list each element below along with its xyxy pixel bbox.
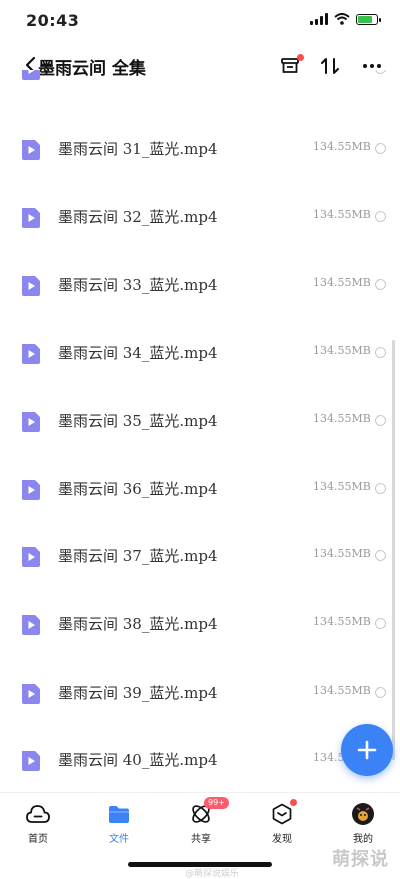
video-file-icon	[22, 684, 40, 704]
avatar-icon	[352, 803, 374, 825]
file-row[interactable]: 墨雨云间 36_蓝光.mp4 134.55MB	[0, 458, 400, 526]
file-name: 墨雨云间 32_蓝光.mp4	[58, 208, 218, 226]
tab-me[interactable]: 我的	[333, 801, 393, 847]
file-row[interactable]: 墨雨云间 40_蓝光.mp4 134.55MB	[0, 729, 400, 790]
tab-label: 首页	[28, 834, 48, 845]
select-radio[interactable]	[375, 415, 386, 426]
file-size: 134.55MB	[313, 140, 371, 153]
file-row[interactable]: 墨雨云间 34_蓝光.mp4 134.55MB	[0, 322, 400, 390]
select-radio[interactable]	[375, 483, 386, 494]
file-name: 墨雨云间 36_蓝光.mp4	[58, 480, 218, 498]
tab-share[interactable]: 99+ 共享	[171, 797, 231, 847]
status-bar: 20:43	[0, 0, 400, 40]
tab-label: 共享	[191, 834, 211, 845]
file-row[interactable]: 墨雨云间 38_蓝光.mp4 134.55MB	[0, 593, 400, 661]
video-file-icon	[22, 547, 40, 567]
tab-label: 我的	[353, 834, 373, 845]
file-size: 134.55MB	[313, 412, 371, 425]
file-name: 墨雨云间 39_蓝光.mp4	[58, 684, 218, 702]
file-name: 墨雨云间 34_蓝光.mp4	[58, 344, 218, 362]
file-size: 134.55MB	[313, 208, 371, 221]
video-file-icon	[22, 140, 40, 160]
file-row[interactable]: 墨雨云间 31_蓝光.mp4 134.55MB	[0, 118, 400, 186]
video-file-icon	[22, 70, 40, 80]
file-row[interactable]: 墨雨云间 37_蓝光.mp4 134.55MB	[0, 525, 400, 593]
file-row[interactable]: 墨雨云间 32_蓝光.mp4 134.55MB	[0, 186, 400, 254]
tab-discover[interactable]: 发现	[252, 799, 312, 847]
tab-label: 文件	[109, 834, 129, 845]
watermark: 萌探说	[332, 849, 389, 870]
select-radio[interactable]	[375, 550, 386, 561]
file-size: 134.55MB	[313, 480, 371, 493]
file-size: 134.55MB	[313, 547, 371, 560]
scrollbar[interactable]	[392, 340, 395, 760]
wifi-icon	[334, 13, 350, 25]
file-name: 墨雨云间 37_蓝光.mp4	[58, 547, 218, 565]
select-radio[interactable]	[375, 211, 386, 222]
file-list: 墨雨云间 31_蓝光.mp4 134.55MB 墨雨云间 32_蓝光.mp4 1…	[0, 70, 400, 790]
discover-icon	[272, 803, 292, 825]
video-file-icon	[22, 480, 40, 500]
video-file-icon	[22, 344, 40, 364]
file-name: 墨雨云间 38_蓝光.mp4	[58, 615, 218, 633]
watermark-handle: @萌探说娱乐	[185, 869, 240, 879]
file-row[interactable]: 墨雨云间 33_蓝光.mp4 134.55MB	[0, 254, 400, 322]
tab-home[interactable]: 首页	[8, 801, 68, 847]
plus-icon	[357, 740, 377, 760]
signal-icon	[310, 13, 328, 25]
file-name: 墨雨云间 40_蓝光.mp4	[58, 751, 218, 769]
select-radio[interactable]	[375, 687, 386, 698]
file-name: 墨雨云间 33_蓝光.mp4	[58, 276, 218, 294]
file-row[interactable]: 墨雨云间 35_蓝光.mp4 134.55MB	[0, 390, 400, 458]
battery-icon	[356, 13, 381, 25]
video-file-icon	[22, 751, 40, 771]
video-file-icon	[22, 615, 40, 635]
add-button[interactable]	[341, 724, 393, 776]
discover-dot	[290, 799, 297, 806]
file-size: 134.55MB	[313, 615, 371, 628]
file-name: 墨雨云间 31_蓝光.mp4	[58, 140, 218, 158]
notification-dot	[297, 54, 304, 61]
select-radio[interactable]	[375, 70, 386, 74]
file-size: 134.55MB	[313, 684, 371, 697]
cloud-icon	[26, 805, 50, 823]
video-file-icon	[22, 412, 40, 432]
file-row-partial[interactable]	[0, 70, 400, 106]
status-time: 20:43	[26, 11, 80, 30]
file-name: 墨雨云间 35_蓝光.mp4	[58, 412, 218, 430]
file-size: 134.55MB	[313, 344, 371, 357]
share-badge: 99+	[204, 797, 229, 809]
more-icon	[363, 64, 381, 68]
file-row[interactable]: 墨雨云间 39_蓝光.mp4 134.55MB	[0, 662, 400, 730]
video-file-icon	[22, 208, 40, 228]
select-radio[interactable]	[375, 143, 386, 154]
select-radio[interactable]	[375, 347, 386, 358]
tab-files[interactable]: 文件	[89, 801, 149, 847]
tab-bar: 首页 文件 99+ 共享 发现 我的	[0, 792, 400, 853]
tab-label: 发现	[272, 834, 292, 845]
select-radio[interactable]	[375, 279, 386, 290]
folder-icon	[109, 806, 129, 823]
status-icons	[310, 13, 381, 25]
file-size: 134.55MB	[313, 276, 371, 289]
select-radio[interactable]	[375, 618, 386, 629]
video-file-icon	[22, 276, 40, 296]
